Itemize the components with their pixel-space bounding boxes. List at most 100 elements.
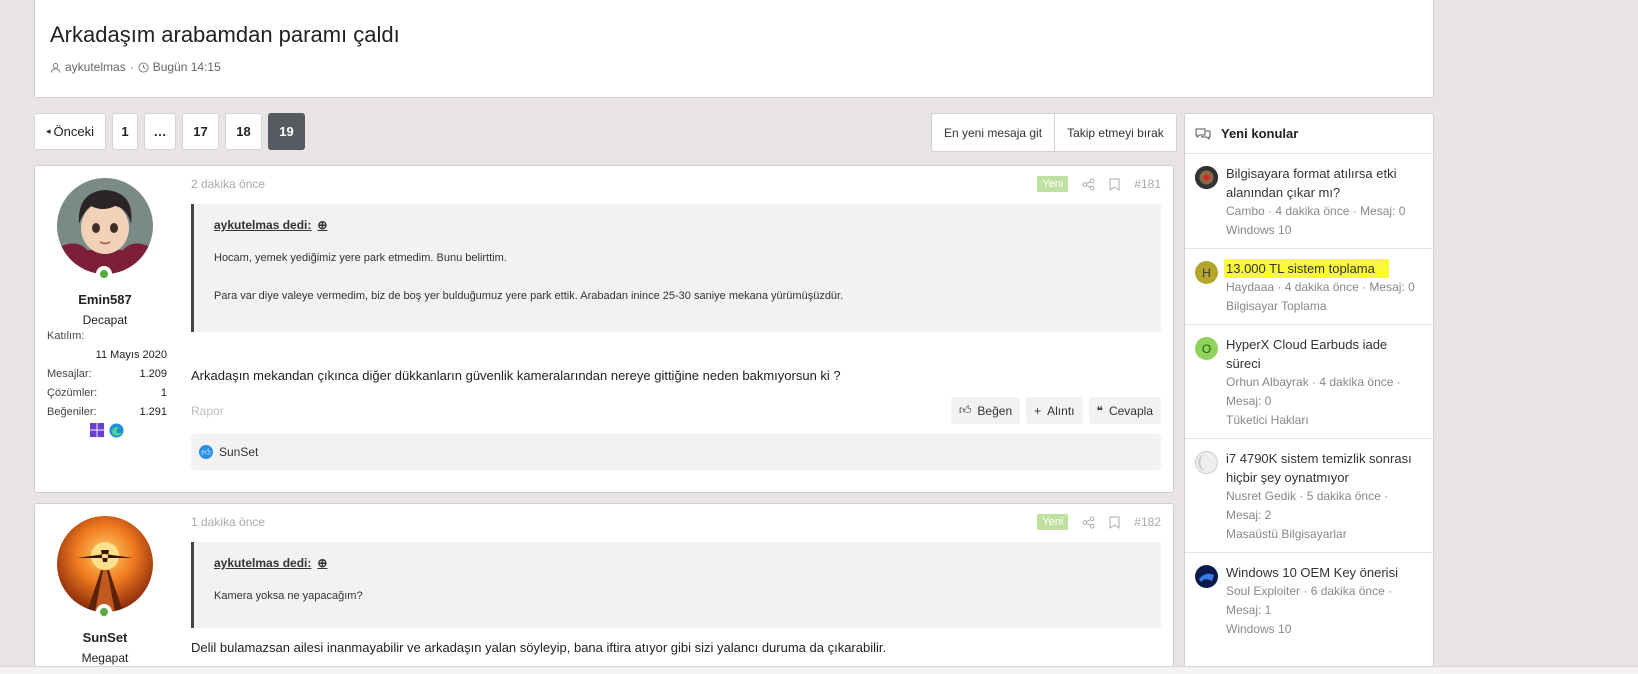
thread-date: Bugün 14:15: [152, 60, 221, 74]
post-message: 1 dakika önce Yeni #182 aykutelmas dedi:…: [191, 512, 1161, 655]
avatar[interactable]: [57, 516, 153, 620]
sidebar-thread-item[interactable]: Bilgisayara format atılırsa etki alanınd…: [1185, 154, 1433, 249]
post-message: 2 dakika önce Yeni #181 aykutelmas dedi:…: [191, 174, 1161, 470]
online-indicator: [96, 604, 112, 620]
quote-line: Kamera yoksa ne yapacağım?: [214, 590, 363, 602]
post-182: SunSet Megapat 1 dakika önce Yeni #182 a…: [34, 503, 1174, 674]
page-jump-button[interactable]: …: [144, 113, 176, 150]
quote-block: aykutelmas dedi: ⊕ Hocam, yemek yediğimiz…: [191, 204, 1161, 332]
user-icon: [50, 62, 61, 73]
post-181: Emin587 Decapat Katılım: 11 Mayıs 2020 M…: [34, 165, 1174, 493]
sidebar-thread-category[interactable]: Masaüstü Bilgisayarlar: [1226, 525, 1425, 544]
sidebar-thread-title[interactable]: Windows 10 OEM Key önerisi: [1226, 563, 1425, 582]
quote-author[interactable]: aykutelmas dedi:: [214, 218, 311, 232]
reply-button[interactable]: ❝ Cevapla: [1088, 397, 1161, 424]
post-time[interactable]: 1 dakika önce: [191, 515, 265, 529]
sidebar-thread-item[interactable]: i7 4790K sistem temizlik sonrası hiçbir …: [1185, 439, 1433, 553]
os-icons: [47, 423, 167, 438]
join-label: Katılım:: [47, 329, 85, 342]
user-title: Decapat: [82, 313, 128, 327]
likes-count: 1.291: [139, 405, 167, 418]
windows-icon: [90, 423, 105, 438]
sidebar-thread-title[interactable]: Bilgisayara format atılırsa etki alanınd…: [1226, 164, 1425, 202]
edge-browser-icon: [109, 423, 124, 438]
sidebar-thread-title-highlighted[interactable]: 13.000 TL sistem toplama: [1224, 259, 1389, 278]
thread-actions: En yeni mesaja git Takip etmeyi bırak: [931, 113, 1177, 152]
online-indicator: [96, 266, 112, 282]
thread-title: Arkadaşım arabamdan paramı çaldı: [50, 22, 400, 47]
likes-label: Beğeniler:: [47, 405, 97, 418]
bookmark-icon[interactable]: [1109, 516, 1120, 529]
thumbs-up-icon: 👍︎: [958, 403, 972, 417]
messages-count: 1.209: [139, 367, 167, 380]
post-number[interactable]: #182: [1134, 515, 1161, 529]
unwatch-button[interactable]: Takip etmeyi bırak: [1054, 114, 1176, 151]
sidebar-thread-item[interactable]: O HyperX Cloud Earbuds iade süreci Orhun…: [1185, 325, 1433, 439]
sidebar-thread-item[interactable]: H 13.000 TL sistem toplama Haydaaa · 4 d…: [1185, 249, 1433, 325]
comments-icon: [1195, 128, 1211, 140]
horizontal-scrollbar[interactable]: [0, 666, 1638, 674]
avatar[interactable]: [1195, 451, 1218, 474]
new-threads-sidebar: Yeni konular Bilgisayara format atılırsa…: [1184, 113, 1434, 674]
chevron-left-icon: ◂: [46, 126, 51, 136]
sidebar-thread-item[interactable]: Windows 10 OEM Key önerisi Soul Exploite…: [1185, 553, 1433, 647]
sidebar-thread-title[interactable]: i7 4790K sistem temizlik sonrası hiçbir …: [1226, 449, 1425, 487]
page-link-18[interactable]: 18: [225, 113, 262, 150]
liked-by-user[interactable]: SunSet: [219, 445, 258, 459]
sidebar-thread-meta: Nusret Gedik · 5 dakika önce · Mesaj: 2: [1226, 489, 1389, 522]
clock-icon: [138, 61, 149, 73]
post-user-info: Emin587 Decapat Katılım: 11 Mayıs 2020 M…: [35, 166, 175, 438]
post-body: Delil bulamazsan ailesi inanmayabilir ve…: [191, 640, 887, 655]
post-time[interactable]: 2 dakika önce: [191, 177, 265, 191]
thread-meta: aykutelmas · Bugün 14:15: [50, 60, 221, 74]
new-badge: Yeni: [1037, 514, 1069, 530]
prev-page-button[interactable]: ◂ Önceki: [34, 113, 106, 150]
report-link[interactable]: Rapor: [191, 404, 224, 418]
sidebar-thread-category[interactable]: Tüketici Hakları: [1226, 411, 1425, 430]
thread-header: Arkadaşım arabamdan paramı çaldı aykutel…: [34, 0, 1434, 98]
sidebar-header: Yeni konular: [1185, 114, 1433, 154]
sidebar-thread-category[interactable]: Windows 10: [1226, 620, 1425, 639]
post-body: Arkadaşın mekandan çıkınca diğer dükkanl…: [191, 368, 841, 383]
avatar[interactable]: H: [1195, 261, 1218, 284]
solutions-count: 1: [160, 386, 167, 399]
join-date: 11 Mayıs 2020: [95, 348, 167, 361]
share-icon[interactable]: [1082, 177, 1095, 191]
like-button[interactable]: 👍︎ Beğen: [950, 397, 1021, 424]
quote-line: Para var diye valeye vermedim, biz de bo…: [214, 290, 844, 302]
quote-author[interactable]: aykutelmas dedi:: [214, 556, 311, 570]
page-link-1[interactable]: 1: [112, 113, 138, 150]
user-title: Megapat: [81, 651, 129, 665]
sidebar-thread-category[interactable]: Bilgisayar Toplama: [1226, 297, 1425, 316]
sidebar-thread-meta: Cambo · 4 dakika önce · Mesaj: 0: [1226, 204, 1406, 218]
reply-icon: ❝: [1096, 403, 1103, 418]
sidebar-thread-category[interactable]: Windows 10: [1226, 221, 1425, 240]
share-icon[interactable]: [1082, 515, 1095, 529]
avatar[interactable]: [1195, 166, 1218, 189]
avatar[interactable]: O: [1195, 337, 1218, 360]
username[interactable]: Emin587: [35, 292, 175, 307]
quote-button[interactable]: + Alıntı: [1026, 397, 1083, 424]
avatar[interactable]: [57, 178, 153, 282]
arrow-up-circle-icon[interactable]: ⊕: [317, 556, 327, 570]
thread-author[interactable]: aykutelmas: [65, 60, 126, 74]
sidebar-thread-title[interactable]: HyperX Cloud Earbuds iade süreci: [1226, 335, 1425, 373]
page-link-19-current[interactable]: 19: [268, 113, 305, 150]
avatar[interactable]: [1195, 565, 1218, 588]
latest-message-button[interactable]: En yeni mesaja git: [932, 114, 1054, 151]
solutions-label: Çözümler:: [47, 386, 98, 399]
new-badge: Yeni: [1037, 176, 1069, 192]
username[interactable]: SunSet: [35, 630, 175, 645]
plus-icon: +: [1034, 403, 1042, 418]
user-stats: Katılım: 11 Mayıs 2020 Mesajlar: 1.209 Çö…: [47, 326, 167, 438]
likes-bar: 👍︎ SunSet: [191, 434, 1161, 470]
like-reaction-icon: 👍︎: [199, 445, 213, 459]
post-number[interactable]: #181: [1134, 177, 1161, 191]
sidebar-thread-meta: Haydaaa · 4 dakika önce · Mesaj: 0: [1226, 280, 1415, 294]
messages-label: Mesajlar:: [47, 367, 92, 380]
bookmark-icon[interactable]: [1109, 178, 1120, 191]
arrow-up-circle-icon[interactable]: ⊕: [317, 218, 327, 232]
page-link-17[interactable]: 17: [182, 113, 219, 150]
pagination: ◂ Önceki 1 … 17 18 19: [34, 113, 305, 150]
quote-line: Hocam, yemek yediğimiz yere park etmedim…: [214, 252, 507, 264]
